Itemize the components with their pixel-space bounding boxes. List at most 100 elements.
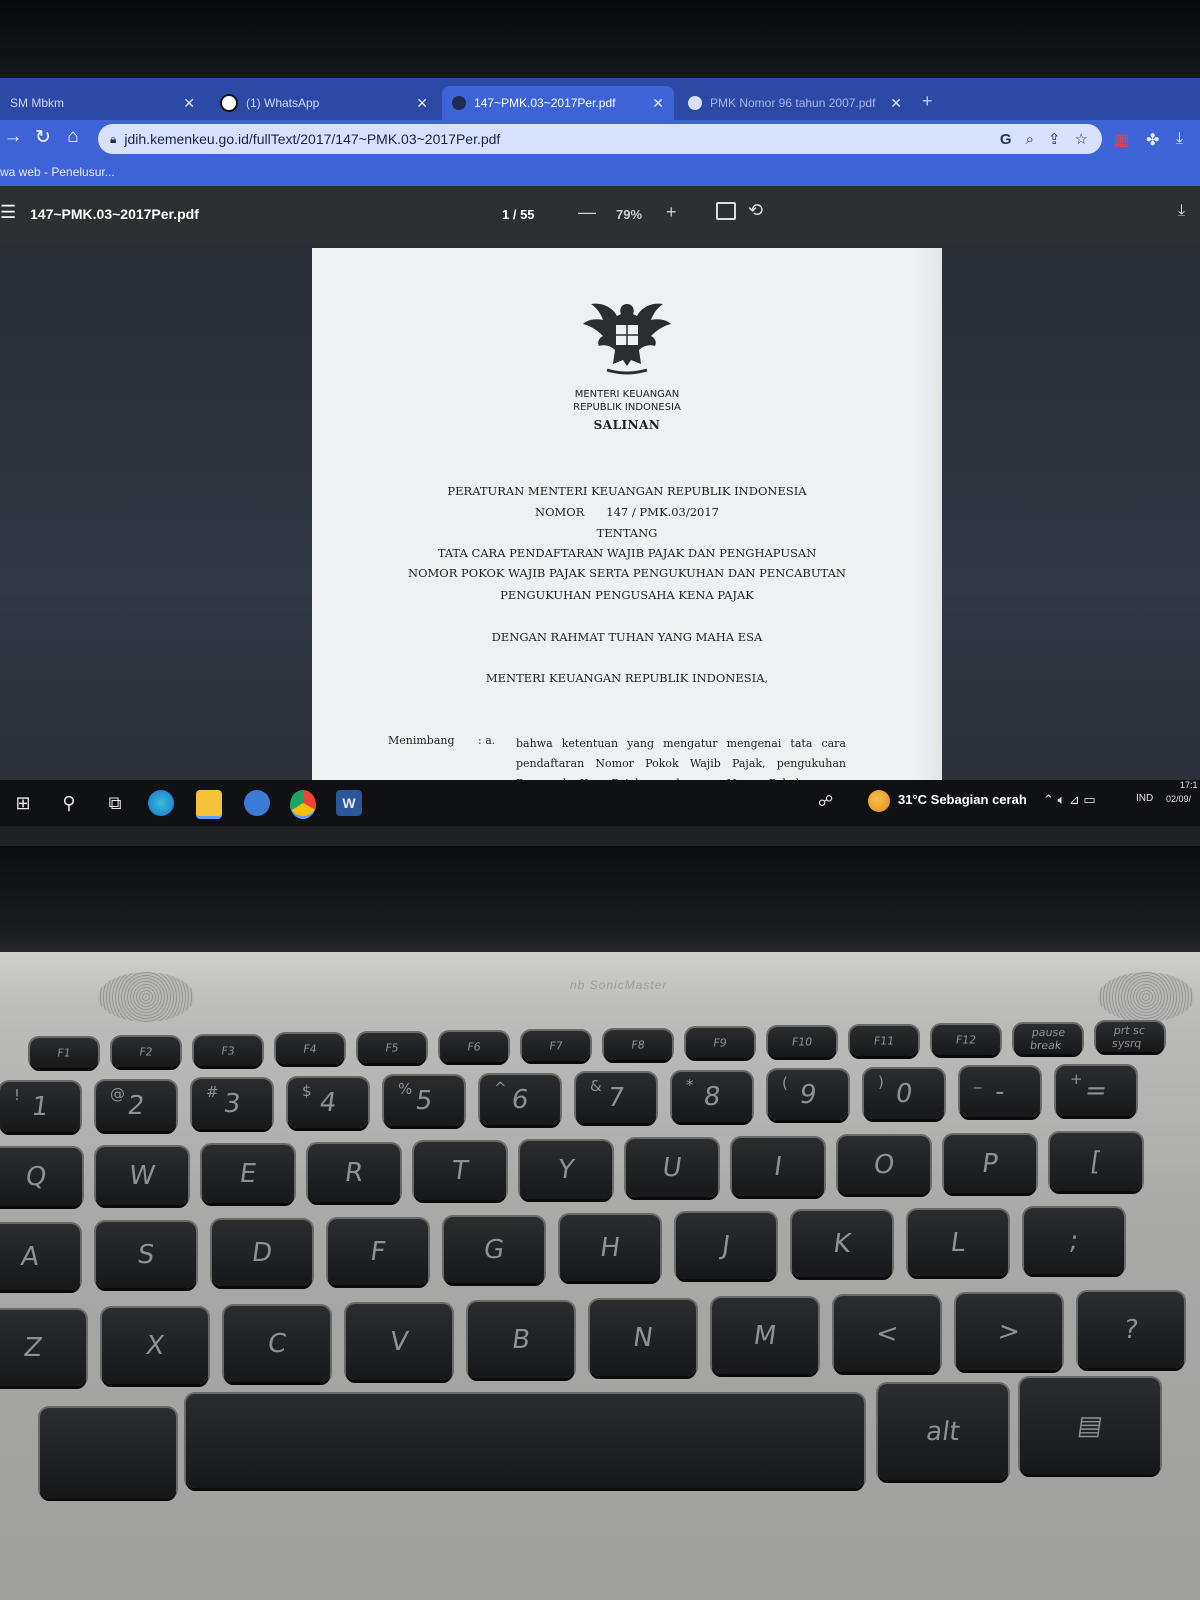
key-2[interactable]: 2 @ (96, 1080, 176, 1131)
key-menu[interactable]: ▤ (1020, 1378, 1160, 1474)
clock-date[interactable]: 02/09/ (1166, 794, 1191, 804)
search-icon[interactable]: ⚲ (56, 790, 82, 816)
key-x[interactable]: X (102, 1308, 208, 1384)
key-prt-sc-sysrq[interactable]: prt sc sysrq (1096, 1022, 1164, 1053)
people-icon[interactable]: ☍ (818, 792, 833, 810)
extension-icon[interactable]: ▦ (1114, 130, 1129, 150)
page-indicator[interactable]: 1 / 55 (502, 207, 535, 222)
key-c[interactable]: C (224, 1306, 330, 1382)
home-icon[interactable]: ⌂ (60, 126, 86, 148)
forward-icon[interactable]: → (0, 126, 26, 148)
system-tray-icons[interactable]: ⌃ 🔈︎ ⊿ ▭ (1043, 792, 1096, 808)
key-<[interactable]: < (834, 1296, 940, 1372)
key-1[interactable]: 1! (0, 1082, 80, 1132)
key-z[interactable]: Z (0, 1310, 86, 1386)
download-icon[interactable]: ⤓ (1178, 202, 1185, 220)
bookmark-item[interactable]: wa web - Penelusur... (0, 165, 115, 179)
key-8[interactable]: 8 * (672, 1071, 752, 1122)
close-icon[interactable]: ✕ (652, 95, 664, 112)
address-bar[interactable]: 🔒︎ jdih.kemenkeu.go.id/fullText/2017/147… (98, 124, 1102, 154)
key-m[interactable]: M (712, 1298, 818, 1374)
key-o[interactable]: O (838, 1136, 930, 1194)
start-icon[interactable]: ⊞ (10, 790, 36, 816)
tab-sm-mbkm[interactable]: SM Mbkm ✕ (0, 86, 205, 120)
share-icon[interactable]: ⇪ (1048, 130, 1061, 148)
reload-icon[interactable]: ↻ (30, 126, 56, 149)
new-tab-icon[interactable]: + (922, 91, 933, 112)
menu-icon[interactable]: ☰ (0, 202, 16, 223)
chrome-icon[interactable] (290, 790, 316, 819)
key-5[interactable]: 5% (384, 1076, 464, 1126)
key-0[interactable]: 0) (864, 1068, 944, 1119)
key-;[interactable]: ; (1024, 1207, 1124, 1274)
key-space[interactable] (186, 1394, 864, 1488)
key-g[interactable]: G (444, 1216, 544, 1283)
close-icon[interactable]: ✕ (416, 95, 428, 112)
key-ctrl[interactable] (40, 1408, 176, 1498)
key-w[interactable]: W (96, 1146, 188, 1205)
key-f[interactable]: F (328, 1218, 428, 1285)
key-p[interactable]: P (944, 1134, 1036, 1193)
key-[[interactable]: [ (1050, 1133, 1142, 1191)
task-view-icon[interactable]: ⧉ (102, 790, 128, 816)
key-9[interactable]: 9( (768, 1070, 848, 1120)
rotate-icon[interactable]: ⟲ (748, 200, 763, 221)
key-f7[interactable]: F7 (522, 1030, 590, 1061)
key-r[interactable]: R (308, 1143, 400, 1202)
key-f6[interactable]: F6 (440, 1032, 508, 1062)
key-e[interactable]: E (202, 1145, 294, 1203)
key-k[interactable]: K (792, 1211, 892, 1278)
key-f10[interactable]: F10 (768, 1027, 836, 1058)
key-7[interactable]: 7 & (576, 1073, 656, 1123)
fit-page-icon[interactable] (716, 202, 736, 220)
key-f8[interactable]: F8 (604, 1029, 672, 1060)
key-n[interactable]: N (590, 1300, 696, 1376)
key-j[interactable]: J (676, 1213, 776, 1280)
zoom-in-icon[interactable]: + (666, 202, 677, 223)
key-h[interactable]: H (560, 1215, 660, 1281)
zoom-icon[interactable]: ⌕ (1026, 131, 1034, 148)
key-a[interactable]: A (0, 1224, 80, 1290)
key-?[interactable]: ? (1078, 1292, 1184, 1368)
star-icon[interactable]: ☆ (1075, 130, 1088, 148)
language-indicator[interactable]: IND (1136, 793, 1153, 804)
weather-icon[interactable] (868, 790, 890, 812)
google-icon[interactable]: G (1000, 131, 1012, 148)
key-alt[interactable]: alt (878, 1384, 1008, 1480)
key-f2[interactable]: F2 (112, 1036, 180, 1067)
download-icon[interactable]: ⤓ (1176, 130, 1183, 148)
puzzle-icon[interactable]: ✤ (1146, 130, 1159, 150)
key-4[interactable]: 4 $ (288, 1077, 368, 1128)
key-f4[interactable]: F4 (276, 1034, 344, 1065)
key-l[interactable]: L (908, 1209, 1008, 1276)
tab-whatsapp[interactable]: (1) WhatsApp ✕ (210, 86, 438, 120)
key-f9[interactable]: F9 (686, 1028, 754, 1059)
clock-time[interactable]: 17:1 (1180, 780, 1198, 790)
key-f11[interactable]: F11 (850, 1026, 918, 1056)
key-t[interactable]: T (414, 1142, 506, 1200)
app-icon[interactable] (244, 790, 270, 816)
key-f1[interactable]: F1 (30, 1038, 98, 1068)
edge-icon[interactable] (148, 790, 174, 816)
key-i[interactable]: I (732, 1137, 824, 1196)
key-d[interactable]: D (212, 1220, 312, 1287)
key-v[interactable]: V (346, 1304, 452, 1380)
key-u[interactable]: U (626, 1139, 718, 1197)
key-q[interactable]: Q (0, 1148, 82, 1206)
zoom-level[interactable]: 79% (616, 207, 642, 222)
close-icon[interactable]: ✕ (890, 95, 902, 112)
key->[interactable]: > (956, 1294, 1062, 1370)
key-pause-break[interactable]: pause break (1014, 1023, 1082, 1054)
weather-text[interactable]: 31°C Sebagian cerah (898, 792, 1027, 807)
key-f3[interactable]: F3 (194, 1035, 262, 1066)
key-f5[interactable]: F5 (358, 1033, 426, 1064)
file-explorer-icon[interactable] (196, 790, 222, 819)
key-6[interactable]: 6 ^ (480, 1074, 560, 1125)
key-f12[interactable]: F12 (932, 1024, 1000, 1055)
key-s[interactable]: S (96, 1222, 196, 1289)
close-icon[interactable]: ✕ (183, 95, 195, 112)
tab-pmk-96[interactable]: PMK Nomor 96 tahun 2007.pdf ✕ (678, 86, 912, 120)
tab-pdf-active[interactable]: 147~PMK.03~2017Per.pdf ✕ (442, 86, 674, 120)
zoom-out-icon[interactable]: — (578, 202, 596, 223)
key-y[interactable]: Y (520, 1140, 612, 1199)
